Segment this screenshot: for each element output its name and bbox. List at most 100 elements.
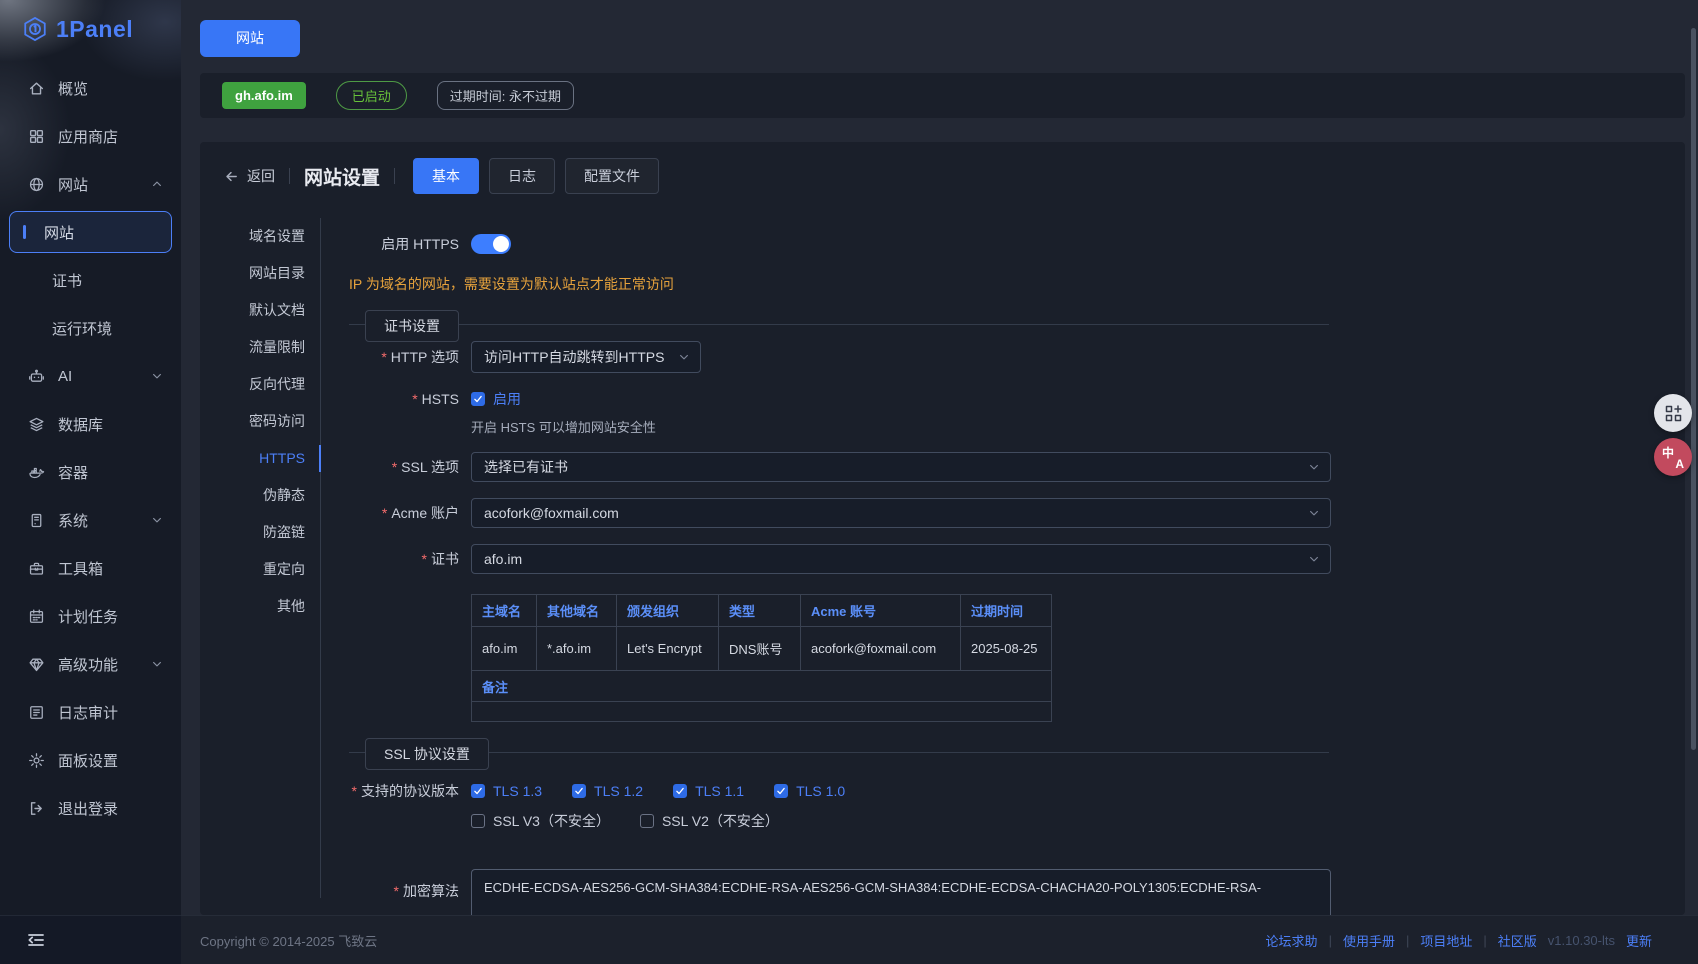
sidebar-item-panel-settings[interactable]: 面板设置	[0, 736, 181, 784]
sidebar-subitem-runtime[interactable]: 运行环境	[0, 304, 181, 352]
protocol-option: TLS 1.3	[471, 783, 542, 799]
acme-account-select[interactable]: acofork@foxmail.com	[471, 498, 1331, 528]
sidebar-item-logout[interactable]: 退出登录	[0, 784, 181, 832]
website-settings-card: 返回 网站设置 基本日志配置文件 域名设置网站目录默认文档流量限制反向代理密码访…	[200, 142, 1685, 915]
back-button[interactable]: 返回	[224, 166, 275, 186]
app-logo[interactable]: 1Panel	[0, 0, 181, 58]
chevron-down-icon	[1308, 461, 1320, 473]
footer-link-使用手册[interactable]: 使用手册	[1343, 931, 1395, 950]
sidebar-item-database[interactable]: 数据库	[0, 400, 181, 448]
protocol-checkbox-SSL V3（不安全）[interactable]	[471, 814, 485, 828]
protocol-checkbox-label[interactable]: TLS 1.0	[796, 783, 845, 799]
protocol-checkbox-TLS 1.2[interactable]	[572, 784, 586, 798]
hsts-label: HSTS	[349, 391, 459, 407]
check-icon	[574, 786, 584, 796]
protocol-checkbox-SSL V2（不安全）[interactable]	[640, 814, 654, 828]
sidebar-item-label: 高级功能	[58, 654, 118, 675]
cert-table: 主域名其他域名颁发组织类型Acme 账号过期时间afo.im*.afo.imLe…	[471, 594, 1052, 722]
chevron-down-icon	[151, 514, 163, 526]
protocol-options-row1: TLS 1.3 TLS 1.2 TLS 1.1 TLS 1.0	[471, 783, 875, 799]
sidebar-item-label: 日志审计	[58, 702, 118, 723]
footer-link-社区版[interactable]: 社区版	[1498, 931, 1537, 950]
protocol-checkbox-TLS 1.1[interactable]	[673, 784, 687, 798]
ssl-protocol-divider: SSL 协议设置	[349, 752, 1329, 753]
footer-link-项目地址[interactable]: 项目地址	[1420, 931, 1472, 950]
sidebar-item-app-store[interactable]: 应用商店	[0, 112, 181, 160]
logout-icon	[28, 800, 45, 817]
side-tab-重定向[interactable]: 重定向	[224, 551, 321, 588]
settings-tab-basic[interactable]: 基本	[413, 158, 479, 194]
hsts-checkbox-label[interactable]: 启用	[493, 389, 521, 409]
chevron-down-icon	[1308, 507, 1320, 519]
certificate-select[interactable]: afo.im	[471, 544, 1331, 574]
enable-https-toggle[interactable]	[471, 234, 511, 254]
ssl-protocol-section-title: SSL 协议设置	[365, 738, 489, 770]
side-tab-HTTPS[interactable]: HTTPS	[224, 440, 321, 477]
side-tab-反向代理[interactable]: 反向代理	[224, 366, 321, 403]
side-tab-网站目录[interactable]: 网站目录	[224, 255, 321, 292]
sidebar-item-log-audit[interactable]: 日志审计	[0, 688, 181, 736]
cert-table-row: afo.im*.afo.imLet's EncryptDNS账号acofork@…	[472, 627, 1052, 671]
site-name-badge[interactable]: gh.afo.im	[222, 82, 306, 109]
side-tab-防盗链[interactable]: 防盗链	[224, 514, 321, 551]
main-area: 网站 gh.afo.im 已启动 过期时间: 永不过期 返回 网站设置 基本日志…	[181, 0, 1698, 915]
chevron-down-icon	[151, 658, 163, 670]
sidebar-item-overview[interactable]: 概览	[0, 64, 181, 112]
side-tab-其他[interactable]: 其他	[224, 588, 321, 625]
diamond-icon	[28, 656, 45, 673]
footer-separator: |	[1329, 933, 1332, 948]
cert-table-cell: acofork@foxmail.com	[801, 627, 961, 671]
ssl-option-select[interactable]: 选择已有证书	[471, 452, 1331, 482]
side-tab-域名设置[interactable]: 域名设置	[224, 218, 321, 255]
settings-content: 域名设置网站目录默认文档流量限制反向代理密码访问HTTPS伪静态防盗链重定向其他…	[224, 206, 1685, 915]
translate-button[interactable]: 中 A	[1654, 438, 1692, 476]
footer-link-论坛求助[interactable]: 论坛求助	[1266, 931, 1318, 950]
sidebar-subitem-certificate[interactable]: 证书	[0, 256, 181, 304]
app-launcher-button[interactable]	[1654, 394, 1692, 432]
side-tab-密码访问[interactable]: 密码访问	[224, 403, 321, 440]
sidebar-item-label: 网站	[58, 174, 88, 195]
cert-table-cell: afo.im	[472, 627, 537, 671]
update-link[interactable]: 更新	[1626, 931, 1652, 950]
protocol-checkbox-label[interactable]: SSL V2（不安全）	[662, 811, 779, 831]
protocol-option: TLS 1.2	[572, 783, 643, 799]
sidebar-item-cronjob[interactable]: 计划任务	[0, 592, 181, 640]
footer-links: 论坛求助|使用手册|项目地址|社区版v1.10.30-lts更新	[1266, 931, 1652, 950]
acme-account-row: Acme 账户 acofork@foxmail.com	[349, 498, 1331, 528]
server-icon	[28, 512, 45, 529]
protocol-checkbox-label[interactable]: TLS 1.1	[695, 783, 744, 799]
sidebar-subitem-website-list[interactable]: 网站	[9, 211, 172, 253]
sidebar-item-system[interactable]: 系统	[0, 496, 181, 544]
tab-website[interactable]: 网站	[200, 20, 300, 57]
calendar-icon	[28, 608, 45, 625]
side-tab-伪静态[interactable]: 伪静态	[224, 477, 321, 514]
cipher-input[interactable]: ECDHE-ECDSA-AES256-GCM-SHA384:ECDHE-RSA-…	[471, 869, 1331, 915]
protocol-options-row2: SSL V3（不安全） SSL V2（不安全）	[471, 811, 809, 831]
chevron-down-icon	[1308, 553, 1320, 565]
cert-table-cell: Let's Encrypt	[617, 627, 719, 671]
translate-icon: 中	[1662, 444, 1674, 461]
protocol-checkbox-label[interactable]: SSL V3（不安全）	[493, 811, 610, 831]
protocol-checkbox-TLS 1.0[interactable]	[774, 784, 788, 798]
hsts-checkbox[interactable]	[471, 392, 485, 406]
sidebar-item-advanced[interactable]: 高级功能	[0, 640, 181, 688]
settings-tab-config-file[interactable]: 配置文件	[565, 158, 659, 194]
side-tab-流量限制[interactable]: 流量限制	[224, 329, 321, 366]
hsts-helper-text: 开启 HSTS 可以增加网站安全性	[349, 417, 1331, 436]
side-tab-默认文档[interactable]: 默认文档	[224, 292, 321, 329]
http-option-select[interactable]: 访问HTTP自动跳转到HTTPS	[471, 341, 701, 373]
check-icon	[473, 786, 483, 796]
cert-table-header: 其他域名	[537, 595, 617, 627]
protocol-checkbox-label[interactable]: TLS 1.2	[594, 783, 643, 799]
settings-tab-log[interactable]: 日志	[489, 158, 555, 194]
sidebar-item-toolbox[interactable]: 工具箱	[0, 544, 181, 592]
sidebar-item-ai[interactable]: AI	[0, 352, 181, 400]
page-scrollbar[interactable]	[1691, 28, 1696, 750]
protocol-checkbox-label[interactable]: TLS 1.3	[493, 783, 542, 799]
protocol-checkbox-TLS 1.3[interactable]	[471, 784, 485, 798]
collapse-sidebar-button[interactable]	[26, 930, 46, 950]
footer: Copyright © 2014-2025 飞致云 论坛求助|使用手册|项目地址…	[181, 915, 1698, 964]
copyright-text: Copyright © 2014-2025 飞致云	[200, 931, 377, 950]
sidebar-item-container[interactable]: 容器	[0, 448, 181, 496]
sidebar-item-website[interactable]: 网站	[0, 160, 181, 208]
